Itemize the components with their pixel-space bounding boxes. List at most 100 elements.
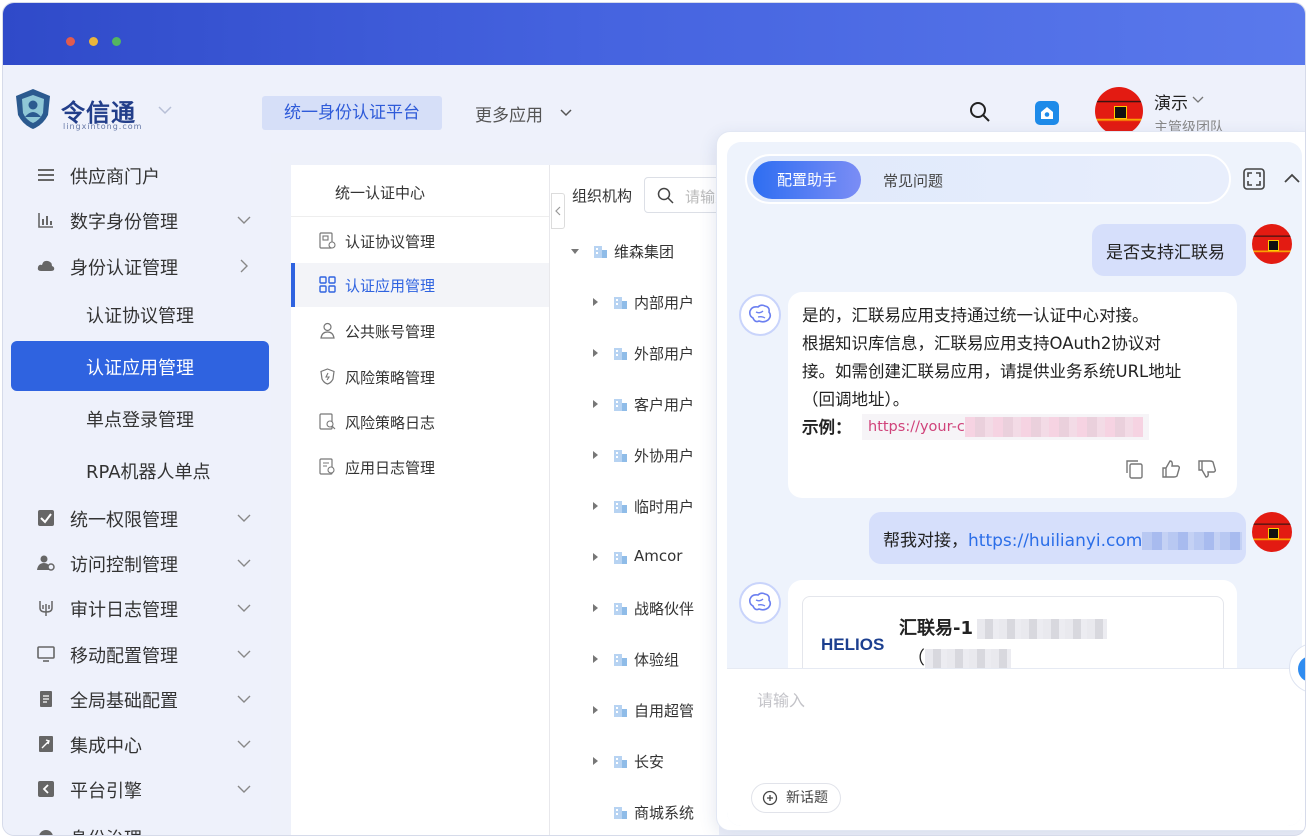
sidebar-item-digital-identity[interactable]: 数字身份管理 [3,198,271,242]
tree-node-label: 客户用户 [634,396,695,414]
caret-right-icon [593,502,598,510]
thumbs-up-icon[interactable] [1160,458,1182,480]
menu-item-risk-policy[interactable]: 风险策略管理 [291,355,549,399]
sidebar-item-global-config[interactable]: 全局基础配置 [3,677,271,721]
new-topic-label: 新话题 [786,790,828,806]
logo-subtitle: lingxintong.com [63,122,143,131]
audit-icon [39,601,53,616]
building-icon [614,501,627,513]
chevron-down-icon [237,650,251,658]
bar-chart-icon [38,213,53,228]
sidebar-item-label: 认证协议管理 [86,306,194,327]
building-icon [594,246,607,258]
building-icon [614,450,627,462]
assistant-avatar [739,294,781,336]
search-placeholder: 请输入 [685,188,719,206]
building-icon [614,399,627,411]
tree-node[interactable]: 外协用户 [590,443,719,467]
building-icon [614,348,627,360]
nav-more-apps[interactable]: 更多应用 [475,101,543,126]
chevron-up-icon[interactable] [1282,169,1302,189]
user-message-link[interactable]: https://huilianyi.com [968,531,1142,551]
menu-item-auth-protocol[interactable]: 认证协议管理 [291,219,549,263]
nav-tab-identity-platform[interactable]: 统一身份认证平台 [262,96,442,130]
menu-item-public-account[interactable]: 公共账号管理 [291,309,549,353]
assistant-tabs: 配置助手 常见问题 [745,154,1231,204]
tree-node[interactable]: 自用超管 [590,698,719,722]
user-message-prefix: 帮我对接， [883,531,968,551]
avatar[interactable] [1095,87,1143,135]
tree-node-label: 长安 [634,753,665,771]
tree-node[interactable]: 体验组 [590,647,719,671]
assistant-avatar [739,582,781,624]
sidebar-item-auth-management[interactable]: 身份认证管理 [3,244,271,288]
redacted-text [977,619,1107,639]
tree-node-label: 自用超管 [634,702,695,720]
tree-node[interactable]: 临时用户 [590,494,719,518]
sidebar-subitem-rpa[interactable]: RPA机器人单点 [11,445,269,495]
sidebar-item-integration[interactable]: 集成中心 [3,722,271,766]
chevron-down-icon [237,559,251,567]
minimize-window-dot[interactable] [89,37,98,46]
sidebar-item-audit-log[interactable]: 审计日志管理 [3,586,271,630]
tree-node-label: 内部用户 [634,294,695,312]
new-topic-button[interactable]: 新话题 [751,783,841,813]
sidebar-item-permission[interactable]: 统一权限管理 [3,496,271,540]
tree-node[interactable]: 长安 [590,749,719,773]
chevron-down-icon[interactable] [156,101,174,119]
sidebar-item-mobile-config[interactable]: 移动配置管理 [3,632,271,676]
caret-right-icon [593,604,598,612]
tree-node[interactable]: 内部用户 [590,290,719,314]
tree-node[interactable]: Amcor [590,545,719,569]
org-search-input[interactable]: 请输入 [644,177,719,213]
collapse-panel-button[interactable] [551,193,565,229]
sidebar-item-supplier-portal[interactable]: 供应商门户 [3,153,271,197]
copy-icon[interactable] [1124,458,1146,480]
chevron-down-icon[interactable] [1191,93,1205,107]
chat-input-placeholder: 请输入 [757,691,806,710]
close-window-dot[interactable] [66,37,75,46]
home-app-icon[interactable] [1035,101,1059,125]
tab-faq[interactable]: 常见问题 [883,170,943,191]
user-name[interactable]: 演示 [1154,89,1188,114]
engine-icon [38,781,54,797]
menu-item-auth-app[interactable]: 认证应用管理 [291,263,549,307]
log-search-icon [319,413,336,430]
tree-node[interactable]: 商城系统 [590,800,719,824]
sidebar-subitem-auth-protocol[interactable]: 认证协议管理 [11,289,269,339]
chevron-right-icon [240,259,248,273]
fullscreen-icon[interactable] [1242,167,1266,191]
thumbs-down-icon[interactable] [1196,458,1218,480]
menu-item-risk-log[interactable]: 风险策略日志 [291,400,549,444]
building-icon [614,654,627,666]
building-icon [614,603,627,615]
sidebar-item-label: 单点登录管理 [86,410,194,431]
sidebar-subitem-sso[interactable]: 单点登录管理 [11,393,269,443]
tab-config-assistant[interactable]: 配置助手 [753,161,861,199]
chevron-down-icon [237,785,251,793]
window-titlebar [3,3,1305,65]
sidebar-item-platform-engine[interactable]: 平台引擎 [3,767,271,811]
app-card-title-text: 汇联易-1 [899,618,973,639]
user-message-text: 帮我对接，https://huilianyi.com [883,526,1243,551]
chat-input-area[interactable]: 请输入 新话题 [727,668,1302,826]
sidebar-subitem-auth-app[interactable]: 认证应用管理 [11,341,269,391]
sidebar-item-identity-governance[interactable]: 身份治理 [3,815,271,835]
tree-node[interactable]: 外部用户 [590,341,719,365]
caret-right-icon [593,400,598,408]
tree-node[interactable]: 客户用户 [590,392,719,416]
user-message: 是否支持汇联易 [1092,224,1246,276]
sidebar-item-access-control[interactable]: 访问控制管理 [3,541,271,585]
panel-header: 统一认证中心 [291,165,549,217]
menu-item-app-log[interactable]: 应用日志管理 [291,445,549,489]
app-card-title: 汇联易-1 [899,615,1107,643]
tree-node[interactable]: 战略伙伴 [590,596,719,620]
app-window: 令信通 lingxintong.com 统一身份认证平台 更多应用 演示 主管级… [2,2,1306,836]
search-icon[interactable] [969,101,991,123]
tree-node-root[interactable]: 维森集团 [570,239,719,263]
redacted-text [964,417,1143,437]
chevron-down-icon[interactable] [558,105,574,121]
maximize-window-dot[interactable] [112,37,121,46]
example-url-block[interactable]: https://your-c [862,414,1149,440]
building-icon [614,552,627,564]
